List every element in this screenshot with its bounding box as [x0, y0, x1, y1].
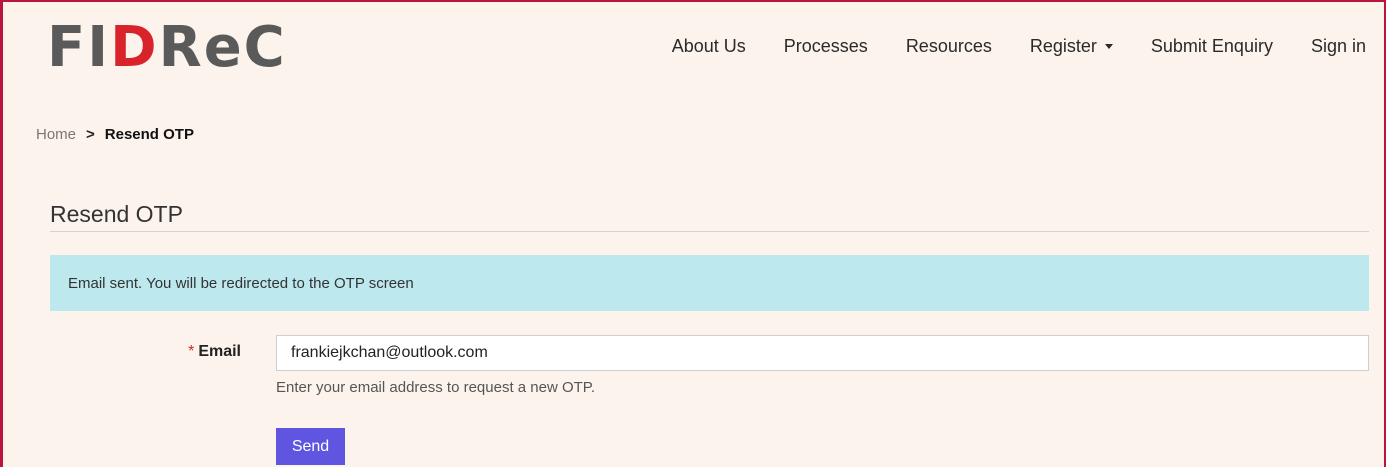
nav-about-us[interactable]: About Us [672, 36, 746, 57]
main-nav: About Us Processes Resources Register Su… [672, 36, 1366, 57]
nav-submit-enquiry[interactable]: Submit Enquiry [1151, 36, 1273, 57]
success-alert: Email sent. You will be redirected to th… [50, 255, 1369, 311]
nav-resources-label: Resources [905, 36, 992, 56]
nav-resources[interactable]: Resources [906, 36, 992, 57]
nav-about-us-label: About Us [671, 36, 746, 56]
nav-processes[interactable]: Processes [784, 36, 868, 57]
title-divider [50, 231, 1369, 232]
nav-sign-in-label: Sign in [1310, 36, 1366, 56]
breadcrumb: Home > Resend OTP [36, 126, 194, 143]
send-button[interactable]: Send [276, 428, 345, 465]
alert-message: Email sent. You will be redirected to th… [68, 274, 414, 292]
email-label-text: Email [198, 343, 241, 360]
page-frame: FI D ReC About Us Processes Resources Re… [0, 0, 1386, 467]
nav-processes-label: Processes [783, 36, 868, 56]
logo-text-d: D [110, 15, 159, 80]
email-input[interactable] [276, 335, 1369, 371]
breadcrumb-home[interactable]: Home [36, 126, 76, 143]
email-help-text: Enter your email address to request a ne… [276, 379, 596, 396]
caret-down-icon [1104, 44, 1113, 49]
nav-register[interactable]: Register [1030, 36, 1113, 57]
required-marker: * [188, 343, 195, 360]
page-title: Resend OTP [50, 201, 183, 227]
email-label: * Email [153, 343, 241, 361]
nav-register-label: Register [1029, 36, 1097, 56]
breadcrumb-current: Resend OTP [104, 126, 194, 143]
fidrec-logo[interactable]: FI D ReC [47, 18, 287, 78]
nav-sign-in[interactable]: Sign in [1311, 36, 1366, 57]
nav-submit-enquiry-label: Submit Enquiry [1150, 36, 1273, 56]
logo-text-rec: ReC [158, 15, 287, 80]
breadcrumb-separator: > [86, 126, 95, 143]
logo-text-fi: FI [47, 15, 111, 80]
